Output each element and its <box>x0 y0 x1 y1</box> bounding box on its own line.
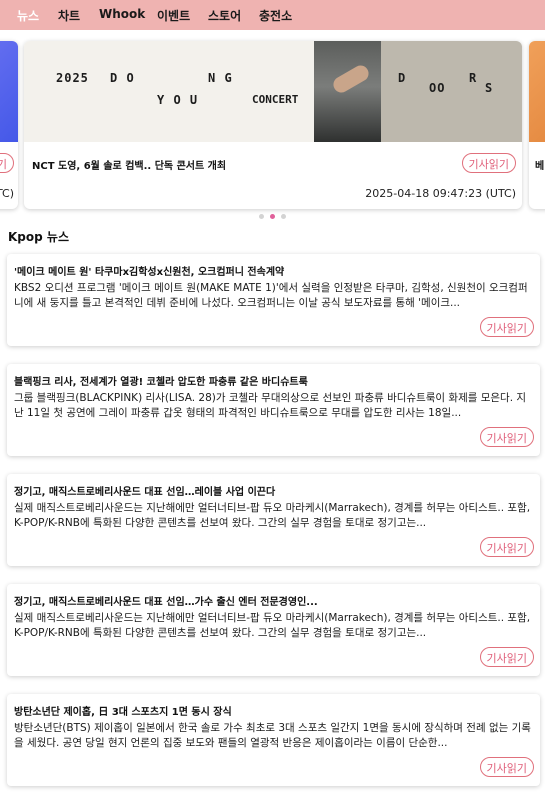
slide-date: TC) <box>0 187 14 200</box>
tab-whook[interactable]: Whook <box>99 7 145 21</box>
news-summary: KBS2 오디션 프로그램 '메이크 메이트 원(MAKE MATE 1)'에서… <box>14 282 528 309</box>
poster-letters-do: D O <box>110 71 135 85</box>
tab-store[interactable]: 스토어 <box>208 7 241 24</box>
news-carousel[interactable]: 기사읽기 TC) 2025 D O Y O U N G CONCERT D OO… <box>0 30 545 226</box>
news-card[interactable]: 블랙핑크 리사, 전세계가 열광! 코첼라 압도한 파충류 같은 바디슈트룩 그… <box>7 364 540 456</box>
read-article-button[interactable]: 기사읽기 <box>479 757 534 777</box>
poster-doors-r: R <box>469 71 478 85</box>
news-title: 방탄소년단 제이홉, 日 3대 스포츠지 1면 동시 장식 <box>14 707 232 718</box>
news-summary: 실제 매직스트로베리사운드는 지난해에만 얼터너티브-팝 듀오 마라케시(Mar… <box>14 502 531 529</box>
poster-concert: CONCERT <box>252 93 299 106</box>
read-article-button[interactable]: 기사읽기 <box>479 537 534 557</box>
slide-image <box>529 41 545 142</box>
tab-news[interactable]: 뉴스 <box>17 7 39 24</box>
poster-doors-oo: OO <box>429 81 446 95</box>
carousel-pagination <box>0 214 545 220</box>
poster-doors-d: D <box>398 71 407 85</box>
news-card[interactable]: 방탄소년단 제이홉, 日 3대 스포츠지 1면 동시 장식 방탄소년단(BTS)… <box>7 694 540 786</box>
poster-doors-panel: D OO R S <box>381 41 522 142</box>
news-summary: 방탄소년단(BTS) 제이홉이 일본에서 한국 솔로 가수 최초로 3대 스포츠… <box>14 722 531 749</box>
pagination-dot[interactable] <box>259 214 264 219</box>
pagination-dot[interactable] <box>281 214 286 219</box>
tab-chart[interactable]: 차트 <box>58 7 80 24</box>
top-nav: 뉴스 차트 Whook 이벤트 스토어 충전소 <box>0 0 545 30</box>
news-summary: 그룹 블랙핑크(BLACKPINK) 리사(LISA. 28)가 코첼라 무대의… <box>14 392 527 419</box>
pagination-dot-active[interactable] <box>270 214 275 219</box>
read-article-button[interactable]: 기사읽기 <box>461 153 516 173</box>
news-title: 정기고, 매직스트로베리사운드 대표 선임…가수 출신 엔터 전문경영인... <box>14 597 318 608</box>
news-title: 블랙핑크 리사, 전세계가 열광! 코첼라 압도한 파충류 같은 바디슈트룩 <box>14 377 308 388</box>
slide-date: 2025-04-18 09:47:23 (UTC) <box>365 187 516 200</box>
poster-year: 2025 <box>56 71 89 85</box>
section-title: Kpop 뉴스 <box>8 230 69 244</box>
poster-letters-you: Y O U <box>157 93 199 107</box>
read-article-button[interactable]: 기사읽기 <box>0 153 14 173</box>
tab-charge[interactable]: 충전소 <box>259 7 292 24</box>
news-summary: 실제 매직스트로베리사운드는 지난해에만 얼터너티브-팝 듀오 마라케시(Mar… <box>14 612 531 639</box>
slide-image <box>0 41 18 142</box>
slide-title[interactable]: NCT 도영, 6월 솔로 컴백.. 단독 콘서트 개최 <box>32 157 226 172</box>
read-article-button[interactable]: 기사읽기 <box>479 427 534 447</box>
poster-person-figure <box>314 41 384 142</box>
news-card[interactable]: 정기고, 매직스트로베리사운드 대표 선임…가수 출신 엔터 전문경영인... … <box>7 584 540 676</box>
poster-letters-ng: N G <box>208 71 233 85</box>
news-title: '메이크 메이트 원' 타쿠마x김학성x신원천, 오크컴퍼니 전속계약 <box>14 267 285 278</box>
carousel-slide-next[interactable]: 베 <box>529 41 545 209</box>
tab-event[interactable]: 이벤트 <box>157 7 190 24</box>
read-article-button[interactable]: 기사읽기 <box>479 647 534 667</box>
read-article-button[interactable]: 기사읽기 <box>479 317 534 337</box>
slide-title: 베 <box>535 161 545 172</box>
news-card[interactable]: 정기고, 매직스트로베리사운드 대표 선임…레이블 사업 이끈다 실제 매직스트… <box>7 474 540 566</box>
carousel-slide-current[interactable]: 2025 D O Y O U N G CONCERT D OO R S NCT … <box>24 41 522 209</box>
concert-poster-image: 2025 D O Y O U N G CONCERT D OO R S <box>24 41 522 142</box>
carousel-slide-prev[interactable]: 기사읽기 TC) <box>0 41 18 209</box>
news-title: 정기고, 매직스트로베리사운드 대표 선임…레이블 사업 이끈다 <box>14 487 276 498</box>
news-card[interactable]: '메이크 메이트 원' 타쿠마x김학성x신원천, 오크컴퍼니 전속계약 KBS2… <box>7 254 540 346</box>
poster-doors-s: S <box>485 81 494 95</box>
